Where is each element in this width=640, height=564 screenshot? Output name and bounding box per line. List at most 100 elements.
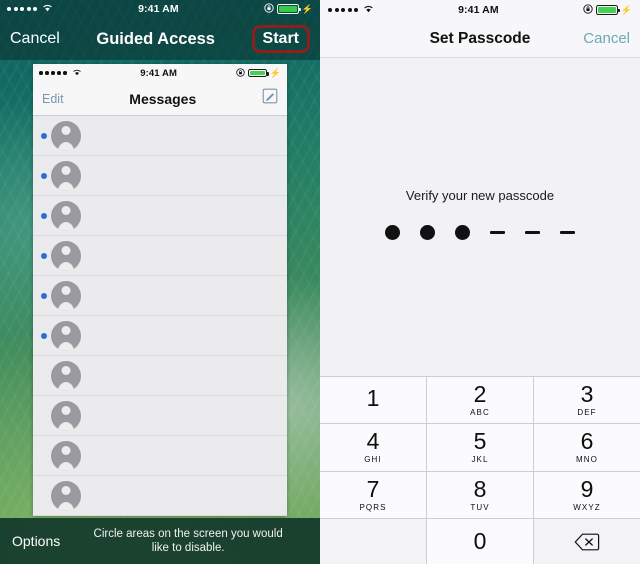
inner-status-bar: 9:41 AM ⚡ xyxy=(33,64,287,82)
options-hint-line-1: Circle areas on the screen you would xyxy=(93,528,283,540)
keypad-digit: 9 xyxy=(580,475,594,502)
edit-button[interactable]: Edit xyxy=(42,92,64,106)
keypad-digit: 4 xyxy=(366,428,380,455)
signal-strength-icon xyxy=(328,8,358,12)
status-bar-right: ⚡ xyxy=(583,3,632,17)
keypad-key-2[interactable]: 2 ABC xyxy=(427,377,533,424)
status-bar-left xyxy=(7,3,53,15)
avatar xyxy=(51,440,81,471)
passcode-slot-empty xyxy=(560,231,575,234)
guided-access-navbar: Cancel Guided Access Start xyxy=(0,18,320,60)
keypad-key-5[interactable]: 5 JKL xyxy=(427,424,533,471)
keypad-letters: PQRS xyxy=(359,502,387,512)
messages-navbar: Edit Messages xyxy=(33,82,287,116)
list-item[interactable] xyxy=(33,396,287,436)
unread-dot-icon xyxy=(41,332,47,339)
cancel-button[interactable]: Cancel xyxy=(582,30,630,47)
numeric-keypad[interactable]: 1 2 ABC 3 DEF 4 GHI 5 JKL 6 MNO 7 PQRS 8… xyxy=(320,376,640,564)
cancel-button[interactable]: Cancel xyxy=(10,30,60,48)
unread-dot-icon xyxy=(41,292,47,299)
screenshot-root: 9:41 AM ⚡ Cancel Guided Access Start 9:4… xyxy=(0,0,640,564)
list-item[interactable] xyxy=(33,476,287,516)
keypad-letters: JKL xyxy=(471,455,489,465)
list-item[interactable] xyxy=(33,156,287,196)
page-title: Guided Access xyxy=(96,29,215,48)
keypad-key-6[interactable]: 6 MNO xyxy=(534,424,640,471)
status-bar: 9:41 AM ⚡ xyxy=(0,0,320,18)
keypad-key-blank xyxy=(320,518,426,564)
keypad-key-3[interactable]: 3 DEF xyxy=(534,377,640,424)
unread-dot-icon xyxy=(41,212,47,219)
keypad-key-9[interactable]: 9 WXYZ xyxy=(534,471,640,518)
keypad-key-0[interactable]: 0 xyxy=(427,518,533,564)
inner-status-bar-left xyxy=(39,68,82,78)
rotation-lock-icon xyxy=(264,2,274,16)
wifi-icon xyxy=(363,4,374,16)
passcode-indicator xyxy=(385,225,575,240)
keypad-key-1[interactable]: 1 xyxy=(320,377,426,424)
avatar xyxy=(51,200,81,231)
unread-dot-icon xyxy=(41,252,47,259)
keypad-digit: 2 xyxy=(473,381,487,408)
messages-list[interactable] xyxy=(33,116,287,516)
options-button[interactable]: Options xyxy=(0,533,60,549)
start-button[interactable]: Start xyxy=(251,25,310,53)
list-item[interactable] xyxy=(33,236,287,276)
keypad-letters: ABC xyxy=(470,408,490,418)
keypad-digit: 3 xyxy=(580,381,594,408)
signal-strength-icon xyxy=(7,7,37,11)
keypad-letters: DEF xyxy=(577,408,597,418)
wifi-icon xyxy=(42,3,53,15)
rotation-lock-icon xyxy=(236,67,245,79)
charging-bolt-icon: ⚡ xyxy=(620,4,632,15)
status-bar-time: 9:41 AM xyxy=(138,3,179,15)
wifi-icon xyxy=(72,68,82,78)
unread-dot-icon xyxy=(41,172,47,179)
avatar xyxy=(51,240,81,271)
passcode-slot-empty xyxy=(525,231,540,234)
avatar xyxy=(51,160,81,191)
list-item[interactable] xyxy=(33,276,287,316)
guided-access-app-preview[interactable]: 9:41 AM ⚡ Edit Messages xyxy=(33,64,287,516)
keypad-key-8[interactable]: 8 TUV xyxy=(427,471,533,518)
keypad-digit: 7 xyxy=(366,475,380,502)
avatar xyxy=(51,120,81,151)
keypad-letters: WXYZ xyxy=(573,502,601,512)
inner-status-bar-right: ⚡ xyxy=(236,67,281,79)
avatar xyxy=(51,480,81,511)
keypad-letters: MNO xyxy=(576,455,598,465)
list-item[interactable] xyxy=(33,116,287,156)
passcode-slot-empty xyxy=(490,231,505,234)
options-bar: Options Circle areas on the screen you w… xyxy=(0,518,320,564)
inner-status-bar-time: 9:41 AM xyxy=(140,67,178,79)
avatar xyxy=(51,360,81,391)
messages-title: Messages xyxy=(129,90,197,107)
keypad-digit: 1 xyxy=(366,385,380,412)
set-passcode-screen: 9:41 AM ⚡ Set Passcode Cancel Verify you… xyxy=(320,0,640,564)
status-bar-right: ⚡ xyxy=(264,2,313,16)
keypad-letters: TUV xyxy=(470,502,490,512)
keypad-digit: 8 xyxy=(473,475,487,502)
status-bar: 9:41 AM ⚡ xyxy=(320,0,640,20)
delete-backspace-icon[interactable] xyxy=(534,518,640,564)
page-title: Set Passcode xyxy=(429,29,531,47)
status-bar-left xyxy=(328,4,374,16)
charging-bolt-icon: ⚡ xyxy=(269,67,281,78)
options-hint-text: Circle areas on the screen you would lik… xyxy=(60,527,320,555)
list-item[interactable] xyxy=(33,316,287,356)
passcode-prompt: Verify your new passcode xyxy=(405,188,555,203)
keypad-key-7[interactable]: 7 PQRS xyxy=(320,471,426,518)
avatar xyxy=(51,320,81,351)
keypad-digit: 0 xyxy=(473,528,487,555)
unread-dot-icon xyxy=(41,132,47,139)
keypad-key-4[interactable]: 4 GHI xyxy=(320,424,426,471)
set-passcode-navbar: Set Passcode Cancel xyxy=(320,20,640,58)
passcode-slot-filled xyxy=(455,225,470,240)
list-item[interactable] xyxy=(33,356,287,396)
battery-icon xyxy=(595,5,620,15)
options-hint-line-2: like to disable. xyxy=(151,542,225,554)
passcode-slot-filled xyxy=(385,225,400,240)
compose-icon[interactable] xyxy=(262,88,278,109)
list-item[interactable] xyxy=(33,436,287,476)
list-item[interactable] xyxy=(33,196,287,236)
